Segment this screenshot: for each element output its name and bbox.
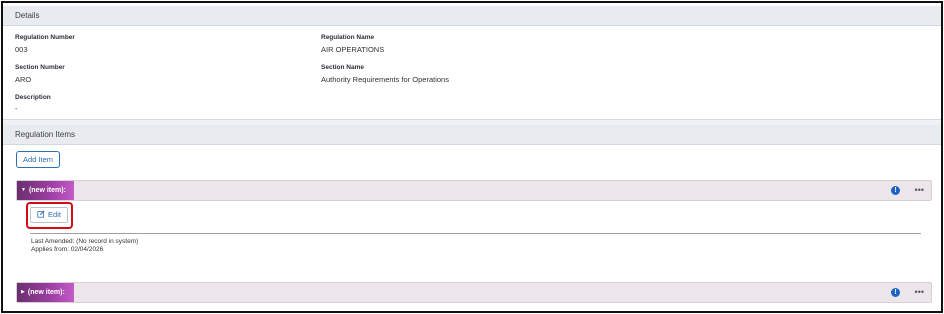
- description-value: -: [15, 104, 18, 113]
- regulation-item-bar[interactable]: ▶ (new item): ! •••: [16, 282, 932, 303]
- section-name-value: Authority Requirements for Operations: [321, 75, 449, 84]
- regulation-items-header: Regulation Items: [3, 125, 941, 145]
- info-icon[interactable]: !: [891, 186, 900, 195]
- edit-icon: [37, 210, 45, 218]
- add-item-button[interactable]: Add Item: [16, 151, 60, 168]
- item-divider: [30, 233, 921, 234]
- more-icon[interactable]: •••: [915, 286, 924, 298]
- regulation-item-bar[interactable]: ▼ (new item): ! •••: [16, 180, 932, 201]
- caret-right-icon[interactable]: ▶: [21, 289, 25, 295]
- more-icon[interactable]: •••: [915, 184, 924, 196]
- description-label: Description: [15, 94, 51, 101]
- caret-down-icon[interactable]: ▼: [21, 187, 26, 193]
- section-number-label: Section Number: [15, 64, 65, 71]
- section-name-label: Section Name: [321, 64, 364, 71]
- info-icon[interactable]: !: [891, 288, 900, 297]
- applies-from-text: Applies from: 02/04/2026: [31, 246, 104, 253]
- last-amended-text: Last Amended: (No record in system): [31, 238, 139, 245]
- item-tag-label: (new item):: [28, 187, 66, 194]
- item-tag[interactable]: ▶ (new item):: [17, 283, 74, 302]
- edit-button[interactable]: Edit: [30, 207, 68, 223]
- app-frame: Details Regulation Number 003 Regulation…: [1, 1, 943, 313]
- details-header: Details: [3, 6, 941, 26]
- item-tag-label: (new item):: [27, 289, 65, 296]
- regulation-number-value: 003: [15, 45, 28, 54]
- section-number-value: ARO: [15, 75, 32, 84]
- regulation-name-label: Regulation Name: [321, 34, 375, 41]
- regulation-name-value: AIR OPERATIONS: [321, 45, 385, 54]
- item-tag[interactable]: ▼ (new item):: [17, 181, 74, 200]
- edit-button-label: Edit: [48, 210, 61, 219]
- regulation-number-label: Regulation Number: [15, 34, 75, 41]
